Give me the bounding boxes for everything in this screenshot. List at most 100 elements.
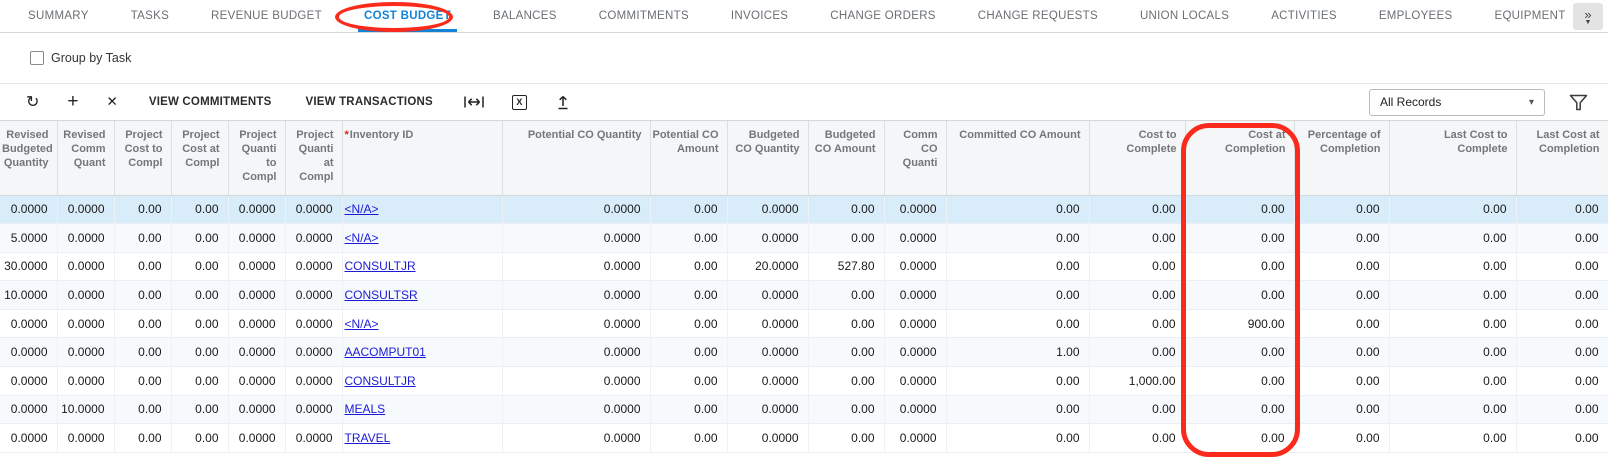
view-transactions-button[interactable]: VIEW TRANSACTIONS <box>289 87 450 117</box>
tab-summary[interactable]: SUMMARY <box>22 0 95 32</box>
cell-budgeted-co-quantity[interactable]: 0.0000 <box>727 195 808 224</box>
cell-budgeted-co-amount[interactable]: 0.00 <box>808 367 884 396</box>
cell-percentage-of-completion[interactable]: 0.00 <box>1294 309 1389 338</box>
cell-project-quantity-to-complete[interactable]: 0.0000 <box>228 338 285 367</box>
cell-last-cost-to-complete[interactable]: 0.00 <box>1389 395 1516 424</box>
cell-project-quantity-at-completion[interactable]: 0.0000 <box>285 281 342 310</box>
cell-revised-budgeted-quantity[interactable]: 0.0000 <box>0 195 57 224</box>
column-header-comm-co-quantity[interactable]: Comm CO Quanti <box>884 121 946 195</box>
cell-project-quantity-at-completion[interactable]: 0.0000 <box>285 252 342 281</box>
cell-cost-to-complete[interactable]: 0.00 <box>1089 338 1185 367</box>
cell-cost-to-complete[interactable]: 1,000.00 <box>1089 367 1185 396</box>
cell-revised-budgeted-quantity[interactable]: 0.0000 <box>0 309 57 338</box>
cell-comm-co-quantity[interactable]: 0.0000 <box>884 224 946 253</box>
grid-row[interactable]: 0.00000.00000.000.000.00000.0000<N/A>0.0… <box>0 309 1608 338</box>
cell-budgeted-co-quantity[interactable]: 20.0000 <box>727 252 808 281</box>
cell-project-cost-to-complete[interactable]: 0.00 <box>114 338 171 367</box>
cell-committed-co-amount[interactable]: 0.00 <box>946 395 1089 424</box>
cell-project-quantity-at-completion[interactable]: 0.0000 <box>285 195 342 224</box>
grid-row[interactable]: 0.00000.00000.000.000.00000.0000CONSULTJ… <box>0 367 1608 396</box>
column-header-project-cost-to-complete[interactable]: Project Cost to Compl <box>114 121 171 195</box>
cell-cost-to-complete[interactable]: 0.00 <box>1089 395 1185 424</box>
cell-comm-co-quantity[interactable]: 0.0000 <box>884 395 946 424</box>
cell-cost-to-complete[interactable]: 0.00 <box>1089 224 1185 253</box>
cell-project-cost-at-completion[interactable]: 0.00 <box>171 309 228 338</box>
cell-last-cost-to-complete[interactable]: 0.00 <box>1389 195 1516 224</box>
cell-revised-budgeted-quantity[interactable]: 0.0000 <box>0 424 57 453</box>
cell-inventory-id[interactable]: CONSULTJR <box>342 367 502 396</box>
cell-committed-co-amount[interactable]: 0.00 <box>946 424 1089 453</box>
cell-cost-at-completion[interactable]: 0.00 <box>1185 367 1294 396</box>
cell-revised-budgeted-quantity[interactable]: 10.0000 <box>0 281 57 310</box>
cell-inventory-id[interactable]: TRAVEL <box>342 424 502 453</box>
cell-last-cost-at-completion[interactable]: 0.00 <box>1516 281 1608 310</box>
cell-comm-co-quantity[interactable]: 0.0000 <box>884 367 946 396</box>
cell-cost-to-complete[interactable]: 0.00 <box>1089 195 1185 224</box>
tab-overflow-button[interactable]: » ▼ <box>1573 3 1603 30</box>
inventory-id-link[interactable]: MEALS <box>345 402 386 416</box>
grid-row[interactable]: 0.00000.00000.000.000.00000.0000TRAVEL0.… <box>0 424 1608 453</box>
cell-last-cost-at-completion[interactable]: 0.00 <box>1516 424 1608 453</box>
cell-revised-comm-quant[interactable]: 0.0000 <box>57 195 114 224</box>
cell-percentage-of-completion[interactable]: 0.00 <box>1294 395 1389 424</box>
cell-budgeted-co-amount[interactable]: 0.00 <box>808 281 884 310</box>
cell-potential-co-amount[interactable]: 0.00 <box>650 309 727 338</box>
column-header-cost-at-completion[interactable]: Cost at Completion <box>1185 121 1294 195</box>
cell-project-quantity-to-complete[interactable]: 0.0000 <box>228 367 285 396</box>
inventory-id-link[interactable]: <N/A> <box>345 317 379 331</box>
column-header-budgeted-co-quantity[interactable]: Budgeted CO Quantity <box>727 121 808 195</box>
column-header-committed-co-amount[interactable]: Committed CO Amount <box>946 121 1089 195</box>
cell-potential-co-quantity[interactable]: 0.0000 <box>502 281 650 310</box>
grid-row[interactable]: 0.000010.00000.000.000.00000.0000MEALS0.… <box>0 395 1608 424</box>
grid-row[interactable]: 30.00000.00000.000.000.00000.0000CONSULT… <box>0 252 1608 281</box>
cell-last-cost-to-complete[interactable]: 0.00 <box>1389 309 1516 338</box>
grid-row[interactable]: 0.00000.00000.000.000.00000.0000<N/A>0.0… <box>0 195 1608 224</box>
cell-last-cost-to-complete[interactable]: 0.00 <box>1389 367 1516 396</box>
cell-committed-co-amount[interactable]: 0.00 <box>946 367 1089 396</box>
cell-project-cost-to-complete[interactable]: 0.00 <box>114 367 171 396</box>
cell-budgeted-co-amount[interactable]: 0.00 <box>808 195 884 224</box>
cell-committed-co-amount[interactable]: 0.00 <box>946 281 1089 310</box>
refresh-button[interactable]: ↻ <box>12 87 53 117</box>
cell-potential-co-quantity[interactable]: 0.0000 <box>502 424 650 453</box>
cell-project-cost-to-complete[interactable]: 0.00 <box>114 309 171 338</box>
column-header-cost-to-complete[interactable]: Cost to Complete <box>1089 121 1185 195</box>
cell-revised-comm-quant[interactable]: 0.0000 <box>57 367 114 396</box>
inventory-id-link[interactable]: <N/A> <box>345 231 379 245</box>
cell-cost-to-complete[interactable]: 0.00 <box>1089 281 1185 310</box>
cell-revised-budgeted-quantity[interactable]: 0.0000 <box>0 338 57 367</box>
cell-last-cost-at-completion[interactable]: 0.00 <box>1516 367 1608 396</box>
cell-potential-co-quantity[interactable]: 0.0000 <box>502 309 650 338</box>
cell-project-cost-at-completion[interactable]: 0.00 <box>171 338 228 367</box>
cell-potential-co-quantity[interactable]: 0.0000 <box>502 367 650 396</box>
column-header-percentage-of-completion[interactable]: Percentage of Completion <box>1294 121 1389 195</box>
cell-last-cost-to-complete[interactable]: 0.00 <box>1389 424 1516 453</box>
cell-committed-co-amount[interactable]: 1.00 <box>946 338 1089 367</box>
cell-last-cost-to-complete[interactable]: 0.00 <box>1389 224 1516 253</box>
group-by-task-checkbox[interactable] <box>30 51 44 65</box>
tab-equipment[interactable]: EQUIPMENT <box>1488 0 1571 32</box>
cell-percentage-of-completion[interactable]: 0.00 <box>1294 252 1389 281</box>
grid-row[interactable]: 5.00000.00000.000.000.00000.0000<N/A>0.0… <box>0 224 1608 253</box>
cell-last-cost-at-completion[interactable]: 0.00 <box>1516 195 1608 224</box>
column-header-revised-comm-quant[interactable]: Revised Comm Quant <box>57 121 114 195</box>
cell-last-cost-at-completion[interactable]: 0.00 <box>1516 395 1608 424</box>
cell-project-quantity-to-complete[interactable]: 0.0000 <box>228 424 285 453</box>
delete-row-button[interactable]: ✕ <box>93 87 132 117</box>
cell-potential-co-quantity[interactable]: 0.0000 <box>502 338 650 367</box>
cell-revised-budgeted-quantity[interactable]: 0.0000 <box>0 367 57 396</box>
cell-committed-co-amount[interactable]: 0.00 <box>946 195 1089 224</box>
cell-budgeted-co-quantity[interactable]: 0.0000 <box>727 424 808 453</box>
cell-project-cost-to-complete[interactable]: 0.00 <box>114 424 171 453</box>
cell-committed-co-amount[interactable]: 0.00 <box>946 252 1089 281</box>
cell-potential-co-quantity[interactable]: 0.0000 <box>502 195 650 224</box>
cell-inventory-id[interactable]: <N/A> <box>342 195 502 224</box>
inventory-id-link[interactable]: <N/A> <box>345 202 379 216</box>
view-commitments-button[interactable]: VIEW COMMITMENTS <box>132 87 289 117</box>
cell-cost-at-completion[interactable]: 0.00 <box>1185 224 1294 253</box>
cell-inventory-id[interactable]: CONSULTJR <box>342 252 502 281</box>
cell-last-cost-at-completion[interactable]: 0.00 <box>1516 224 1608 253</box>
tab-invoices[interactable]: INVOICES <box>725 0 794 32</box>
cell-cost-at-completion[interactable]: 0.00 <box>1185 424 1294 453</box>
cell-revised-budgeted-quantity[interactable]: 0.0000 <box>0 395 57 424</box>
